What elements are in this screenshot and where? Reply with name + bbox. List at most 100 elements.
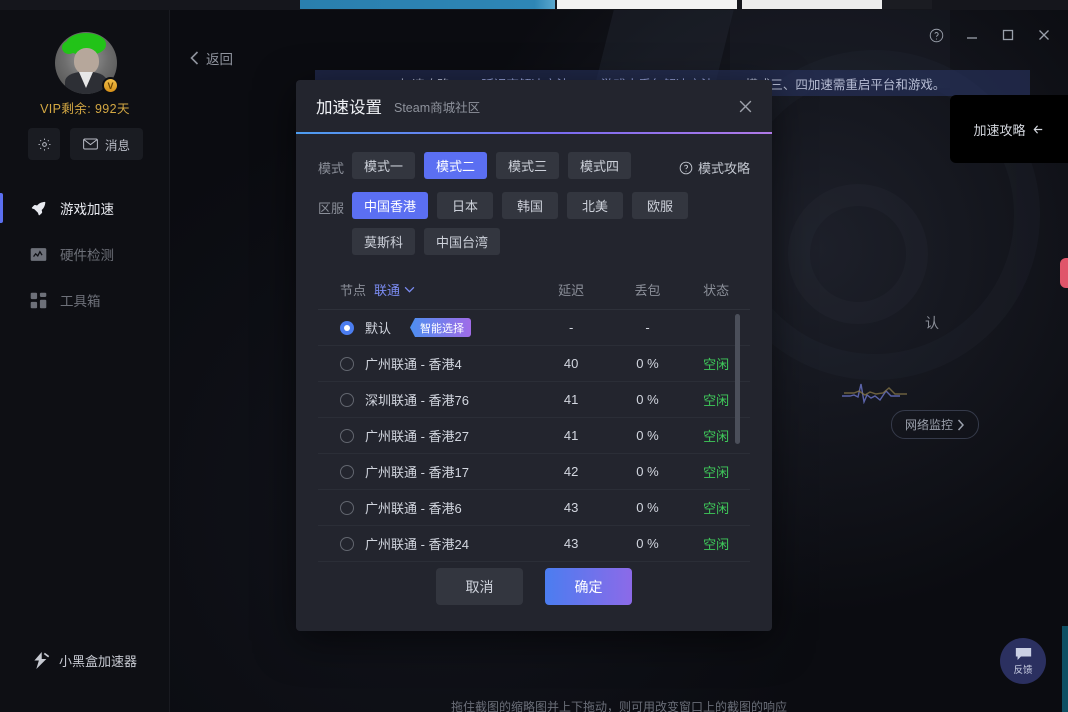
node-name-cell: 广州联通 - 香港4 bbox=[340, 354, 530, 373]
sidebar-item-toolbox[interactable]: 工具箱 bbox=[0, 277, 170, 323]
app-window: V VIP剩余: 992天 消息 bbox=[0, 0, 1068, 712]
table-row[interactable]: 广州联通 - 香港24 43 0 % 空闲 bbox=[318, 526, 750, 562]
radio-icon[interactable] bbox=[340, 393, 354, 407]
table-row[interactable]: 广州联通 - 香港17 42 0 % 空闲 bbox=[318, 454, 750, 490]
messages-button[interactable]: 消息 bbox=[70, 128, 143, 160]
background-window-strip bbox=[0, 0, 1068, 10]
mode-chip-4[interactable]: 模式四 bbox=[568, 152, 631, 179]
isp-filter-dropdown[interactable]: 联通 bbox=[374, 280, 415, 299]
question-circle-icon bbox=[679, 161, 693, 175]
guide-side-tab[interactable]: 加速攻略 bbox=[950, 95, 1068, 163]
avatar[interactable]: V bbox=[55, 32, 117, 94]
background-teal-edge bbox=[1062, 626, 1068, 712]
radio-icon[interactable] bbox=[340, 465, 354, 479]
sidebar: V VIP剩余: 992天 消息 bbox=[0, 10, 170, 712]
node-list[interactable]: 默认 智能选择 - - 广州联通 - 香港4 40 0 % 空闲 bbox=[318, 310, 750, 562]
node-name: 默认 bbox=[365, 318, 391, 337]
mode-chip-3[interactable]: 模式三 bbox=[496, 152, 559, 179]
back-label: 返回 bbox=[206, 48, 233, 68]
arrow-left-icon bbox=[1032, 123, 1045, 136]
region-chip-europe[interactable]: 欧服 bbox=[632, 192, 688, 219]
messages-label: 消息 bbox=[105, 135, 130, 154]
sidebar-item-hardware-test[interactable]: 硬件检测 bbox=[0, 231, 170, 277]
table-row[interactable]: 广州联通 - 香港27 41 0 % 空闲 bbox=[318, 418, 750, 454]
node-name: 深圳联通 - 香港76 bbox=[365, 390, 469, 409]
chevron-down-icon bbox=[404, 286, 415, 293]
radio-icon[interactable] bbox=[340, 501, 354, 515]
node-delay: 41 bbox=[530, 392, 613, 407]
node-delay: 43 bbox=[530, 536, 613, 551]
radio-icon[interactable] bbox=[340, 537, 354, 551]
node-loss: 0 % bbox=[613, 428, 683, 443]
column-delay: 延迟 bbox=[530, 280, 613, 299]
node-name-cell: 广州联通 - 香港17 bbox=[340, 462, 530, 481]
column-state: 状态 bbox=[682, 280, 750, 299]
table-row[interactable]: 广州联通 - 香港4 40 0 % 空闲 bbox=[318, 346, 750, 382]
node-delay: - bbox=[530, 320, 613, 335]
node-name: 广州联通 - 香港4 bbox=[365, 354, 462, 373]
network-graph-icon bbox=[840, 380, 1030, 404]
region-chip-taiwan[interactable]: 中国台湾 bbox=[424, 228, 500, 255]
gear-icon bbox=[37, 137, 52, 152]
region-label: 区服 bbox=[318, 192, 352, 217]
region-chip-japan[interactable]: 日本 bbox=[437, 192, 493, 219]
region-chip-korea[interactable]: 韩国 bbox=[502, 192, 558, 219]
grid-squares-icon bbox=[30, 292, 47, 309]
radio-selected-icon[interactable] bbox=[340, 321, 354, 335]
background-white-strip-1 bbox=[557, 0, 737, 9]
dialog-header: 加速设置 Steam商城社区 bbox=[296, 80, 772, 132]
node-loss: 0 % bbox=[613, 500, 683, 515]
background-progress-bar bbox=[300, 0, 555, 9]
window-controls bbox=[920, 22, 1060, 48]
notification-nub bbox=[1060, 258, 1068, 288]
node-table-header: 节点 联通 延迟 丢包 状态 bbox=[318, 268, 750, 310]
region-chip-hongkong[interactable]: 中国香港 bbox=[352, 192, 428, 219]
chevron-left-icon bbox=[190, 51, 199, 65]
node-name-cell: 广州联通 - 香港6 bbox=[340, 498, 530, 517]
confirm-button[interactable]: 确定 bbox=[545, 568, 632, 605]
settings-button[interactable] bbox=[28, 128, 60, 160]
avatar-face bbox=[74, 48, 99, 74]
lightning-logo-icon bbox=[33, 652, 52, 669]
radio-icon[interactable] bbox=[340, 357, 354, 371]
guide-tab-label: 加速攻略 bbox=[973, 120, 1025, 139]
mode-guide-label: 模式攻略 bbox=[698, 158, 750, 177]
background-dark-strip bbox=[882, 0, 932, 9]
vip-badge-icon: V bbox=[102, 77, 119, 94]
accel-settings-dialog: 加速设置 Steam商城社区 模式 模式一 模式二 模式三 模式四 bbox=[296, 80, 772, 631]
node-name-cell: 广州联通 - 香港24 bbox=[340, 534, 530, 553]
minimize-button[interactable] bbox=[956, 22, 988, 48]
node-delay: 43 bbox=[530, 500, 613, 515]
table-row[interactable]: 广州联通 - 香港6 43 0 % 空闲 bbox=[318, 490, 750, 526]
region-chip-moscow[interactable]: 莫斯科 bbox=[352, 228, 415, 255]
mode-chip-1[interactable]: 模式一 bbox=[352, 152, 415, 179]
dialog-subtitle: Steam商城社区 bbox=[394, 97, 480, 116]
dialog-close-button[interactable] bbox=[734, 95, 756, 117]
table-row[interactable]: 深圳联通 - 香港76 41 0 % 空闲 bbox=[318, 382, 750, 418]
radio-icon[interactable] bbox=[340, 429, 354, 443]
dialog-body: 模式 模式一 模式二 模式三 模式四 模式攻略 bbox=[296, 134, 772, 562]
sidebar-item-game-boost[interactable]: 游戏加速 bbox=[0, 185, 170, 231]
smart-select-badge: 智能选择 bbox=[410, 318, 471, 337]
maximize-button[interactable] bbox=[992, 22, 1024, 48]
help-button[interactable] bbox=[920, 22, 952, 48]
node-name-cell: 默认 智能选择 bbox=[340, 318, 530, 337]
mode-chip-2[interactable]: 模式二 bbox=[424, 152, 487, 179]
rocket-icon bbox=[30, 200, 47, 217]
node-list-scrollbar[interactable] bbox=[735, 314, 740, 558]
scrollbar-thumb[interactable] bbox=[735, 314, 740, 444]
node-loss: 0 % bbox=[613, 536, 683, 551]
column-loss: 丢包 bbox=[613, 280, 683, 299]
table-row[interactable]: 默认 智能选择 - - bbox=[318, 310, 750, 346]
region-field: 区服 中国香港 日本 韩国 北美 欧服 莫斯科 中国台湾 bbox=[318, 192, 750, 255]
chat-bubble-icon bbox=[1015, 647, 1032, 661]
mode-guide-link[interactable]: 模式攻略 bbox=[679, 158, 750, 177]
sidebar-item-label: 游戏加速 bbox=[60, 198, 114, 218]
back-button[interactable]: 返回 bbox=[190, 48, 233, 68]
network-monitor-button[interactable]: 网络监控 bbox=[891, 410, 979, 439]
chevron-right-icon bbox=[957, 419, 965, 431]
region-chip-northamerica[interactable]: 北美 bbox=[567, 192, 623, 219]
close-button[interactable] bbox=[1028, 22, 1060, 48]
cancel-button[interactable]: 取消 bbox=[436, 568, 523, 605]
feedback-button[interactable]: 反馈 bbox=[1000, 638, 1046, 684]
